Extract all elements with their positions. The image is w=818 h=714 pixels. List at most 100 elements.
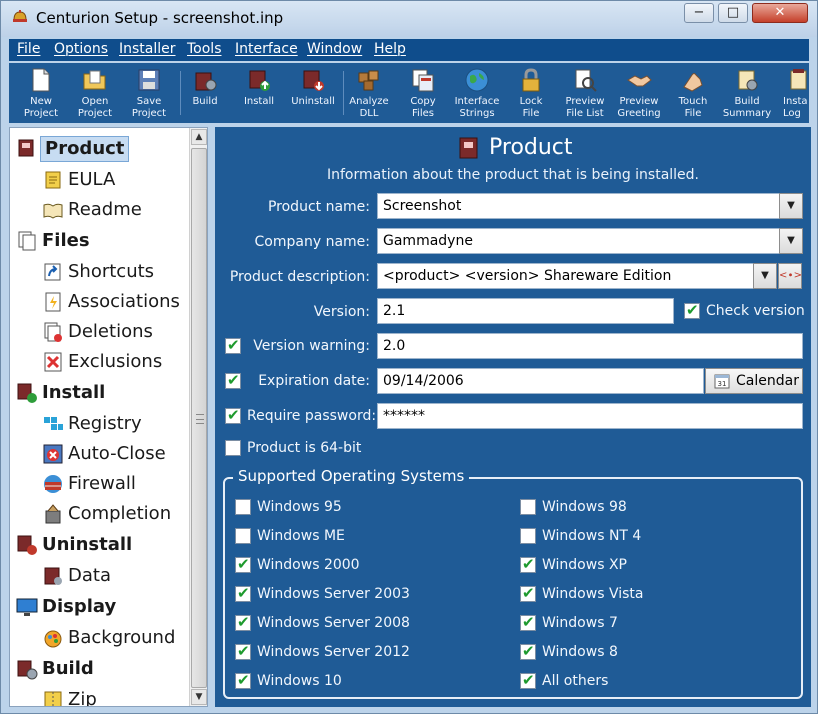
checkmark-icon: ✔ [237,584,250,602]
touch-file-button[interactable]: Touch File [665,65,721,121]
grip-icon [196,414,204,424]
os-checkbox-windows-server-2008[interactable]: ✔ [235,613,251,631]
new-project-button[interactable]: New Project [13,65,69,121]
checkmark-icon: ✔ [237,613,250,631]
build-icon [17,660,38,680]
menu-installer[interactable]: Installer [119,41,176,57]
chevron-down-icon[interactable]: ▼ [779,193,803,219]
expiration-date-checkbox[interactable]: ✔ [225,371,241,389]
chevron-down-icon[interactable]: ▼ [753,263,777,289]
minimize-button[interactable]: − [684,3,714,23]
copy-files-icon [412,69,434,92]
maximize-button[interactable]: □ [718,3,748,23]
title-bar[interactable]: Centurion Setup - screenshot.inp − □ ✕ [1,1,817,37]
chevron-down-icon[interactable]: ▼ [779,228,803,254]
lock-icon [522,68,540,92]
menu-options[interactable]: Options [54,41,108,57]
version-warning-checkbox[interactable]: ✔ [225,336,241,354]
os-checkbox-windows-vista[interactable]: ✔ [520,584,536,602]
touch-hand-icon [683,73,703,92]
close-icon: ✕ [774,5,786,20]
os-checkbox-windows-98[interactable] [520,499,536,515]
product-name-field[interactable]: Screenshot [377,193,780,219]
os-checkbox-windows-server-2003[interactable]: ✔ [235,584,251,602]
open-project-button[interactable]: Open Project [67,65,123,121]
version-warning-field[interactable]: 2.0 [377,333,803,359]
os-label: Windows Server 2008 [257,615,410,631]
os-checkbox-windows-server-2012[interactable]: ✔ [235,642,251,660]
macro-insert-button[interactable]: <∙> [778,263,802,289]
interface-strings-button[interactable]: Interface Strings [449,65,505,121]
company-name-field[interactable]: Gammadyne [377,228,780,254]
os-checkbox-windows-me[interactable] [235,528,251,544]
scroll-down-icon[interactable]: ▼ [191,689,207,705]
os-label: Windows 8 [542,644,618,660]
uninstall-button[interactable]: Uninstall [285,65,341,121]
require-password-label: Require password: [247,408,377,424]
toolbar: New Project Open Project Save Project Bu… [9,63,809,123]
build-summary-button[interactable]: Build Summary [719,65,775,121]
os-checkbox-windows-95[interactable] [235,499,251,515]
lock-file-button[interactable]: Lock File [503,65,559,121]
preview-file-list-icon [575,69,597,92]
menu-tools[interactable]: Tools [187,41,222,57]
zip-icon [44,691,62,706]
copy-files-button[interactable]: Copy Files [395,65,451,121]
preview-file-list-button[interactable]: Preview File List [557,65,613,121]
deletions-icon [44,322,62,342]
install-log-button[interactable]: Insta Log [773,65,809,121]
version-label: Version: [313,304,370,320]
analyze-dll-icon [358,70,379,91]
tree-scrollbar[interactable]: ▲ ▼ [189,128,207,706]
os-checkbox-windows-8[interactable]: ✔ [520,642,536,660]
product-64bit-label: Product is 64-bit [247,440,362,456]
os-checkbox-windows-nt4[interactable] [520,528,536,544]
files-icon [18,231,36,251]
product-panel: Product Information about the product th… [215,127,811,707]
close-button[interactable]: ✕ [752,3,808,23]
menu-window[interactable]: Window [307,41,362,57]
product-description-field[interactable]: <product> <version> Shareware Edition [377,263,754,289]
menu-help[interactable]: Help [374,41,406,57]
shortcut-icon [44,263,61,281]
product-64bit-checkbox[interactable] [225,440,241,456]
checkmark-icon: ✔ [522,613,535,631]
application-window: Centurion Setup - screenshot.inp − □ ✕ F… [0,0,818,714]
supported-os-group: Supported Operating Systems Windows 95 W… [223,467,803,699]
menu-interface[interactable]: Interface [235,41,298,57]
os-label: Windows Vista [542,586,644,602]
version-warning-label: Version warning: [253,338,370,354]
calendar-button[interactable]: 31 Calendar [705,368,803,394]
version-field[interactable]: 2.1 [377,298,674,324]
os-checkbox-windows-10[interactable]: ✔ [235,671,251,689]
open-folder-icon [83,70,106,90]
build-summary-icon [738,70,758,91]
monitor-icon [16,598,38,616]
menu-file[interactable]: File [17,41,40,57]
os-checkbox-all-others[interactable]: ✔ [520,671,536,689]
product-box-icon [459,137,478,159]
data-icon [44,567,62,585]
scroll-up-icon[interactable]: ▲ [191,129,207,145]
calendar-icon: 31 [714,374,730,389]
analyze-dll-button[interactable]: Analyze DLL [341,65,397,121]
preview-greeting-button[interactable]: Preview Greeting [611,65,667,121]
product-name-label: Product name: [267,199,370,215]
require-password-checkbox[interactable]: ✔ [225,406,241,424]
scroll-thumb[interactable] [191,148,207,688]
save-project-button[interactable]: Save Project [121,65,177,121]
os-checkbox-windows-7[interactable]: ✔ [520,613,536,631]
os-checkbox-windows-2000[interactable]: ✔ [235,555,251,573]
build-button[interactable]: Build [177,65,233,121]
os-label: Windows 2000 [257,557,360,573]
checkmark-icon: ✔ [522,584,535,602]
completion-icon [45,504,61,524]
install-log-icon [790,69,807,90]
check-version-checkbox[interactable]: ✔ [684,301,700,319]
install-button[interactable]: Install [231,65,287,121]
expiration-date-field[interactable]: 09/14/2006 [377,368,704,394]
password-field[interactable]: ****** [377,403,803,429]
os-checkbox-windows-xp[interactable]: ✔ [520,555,536,573]
save-icon [138,69,160,91]
background-icon [44,630,62,648]
